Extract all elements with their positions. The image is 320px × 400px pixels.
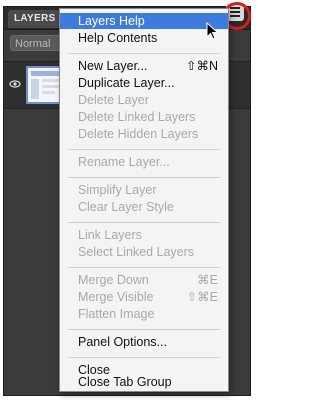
layers-panel-flyout-menu: Layers Help Help Contents New Layer... ⇧… <box>59 8 229 392</box>
menu-item-shortcut: ⇧⌘E <box>186 290 218 304</box>
menu-item-layers-help[interactable]: Layers Help <box>60 13 228 29</box>
eye-icon-glyph <box>9 80 21 88</box>
menu-item-select-linked-layers[interactable]: Select Linked Layers <box>60 244 228 260</box>
menu-item-label: Help Contents <box>78 31 158 45</box>
menu-item-label: Delete Layer <box>78 93 149 107</box>
menu-item-label: Link Layers <box>78 228 142 242</box>
menu-separator <box>68 222 220 223</box>
blend-mode-value: Normal <box>15 38 51 50</box>
tab-layers[interactable]: LAYERS <box>8 10 62 28</box>
menu-item-label: Duplicate Layer... <box>78 76 175 90</box>
menu-separator <box>68 267 220 268</box>
menu-separator <box>68 177 220 178</box>
tab-layers-label: LAYERS <box>14 13 56 24</box>
menu-separator <box>68 329 220 330</box>
menu-item-link-layers[interactable]: Link Layers <box>60 227 228 243</box>
menu-item-merge-down[interactable]: Merge Down ⌘E <box>60 272 228 288</box>
menu-separator <box>68 53 220 54</box>
menu-item-delete-layer[interactable]: Delete Layer <box>60 92 228 108</box>
mouse-cursor-icon <box>206 22 219 40</box>
menu-item-panel-options[interactable]: Panel Options... <box>60 334 228 350</box>
menu-item-label: Rename Layer... <box>78 155 170 169</box>
menu-item-label: New Layer... <box>78 59 148 73</box>
screenshot-frame: LAYERS Normal Layers Help Help Contents … <box>0 0 254 400</box>
menu-item-label: Simplify Layer <box>78 183 157 197</box>
menu-item-label: Close Tab Group <box>78 375 172 389</box>
menu-item-label: Flatten Image <box>78 307 155 321</box>
menu-item-label: Delete Hidden Layers <box>78 127 199 141</box>
eye-icon[interactable] <box>9 78 21 90</box>
menu-item-label: Select Linked Layers <box>78 245 195 259</box>
menu-item-simplify-layer[interactable]: Simplify Layer <box>60 182 228 198</box>
menu-item-duplicate-layer[interactable]: Duplicate Layer... <box>60 75 228 91</box>
menu-item-shortcut: ⌘E <box>197 273 218 287</box>
menu-item-delete-linked-layers[interactable]: Delete Linked Layers <box>60 109 228 125</box>
menu-item-new-layer[interactable]: New Layer... ⇧⌘N <box>60 58 228 74</box>
menu-separator <box>68 149 220 150</box>
menu-item-label: Merge Visible <box>78 290 154 304</box>
menu-separator <box>68 357 220 358</box>
menu-item-label: Delete Linked Layers <box>78 110 196 124</box>
menu-item-delete-hidden-layers[interactable]: Delete Hidden Layers <box>60 126 228 142</box>
menu-item-help-contents[interactable]: Help Contents <box>60 30 228 46</box>
menu-item-flatten-image[interactable]: Flatten Image <box>60 306 228 322</box>
menu-item-merge-visible[interactable]: Merge Visible ⇧⌘E <box>60 289 228 305</box>
menu-item-label: Panel Options... <box>78 335 167 349</box>
menu-item-label: Clear Layer Style <box>78 200 174 214</box>
menu-item-close-tab-group[interactable]: Close Tab Group <box>60 374 228 390</box>
menu-item-label: Layers Help <box>78 14 145 28</box>
menu-item-rename-layer[interactable]: Rename Layer... <box>60 154 228 170</box>
menu-item-label: Merge Down <box>78 273 149 287</box>
menu-item-clear-layer-style[interactable]: Clear Layer Style <box>60 199 228 215</box>
menu-item-shortcut: ⇧⌘N <box>185 59 218 73</box>
